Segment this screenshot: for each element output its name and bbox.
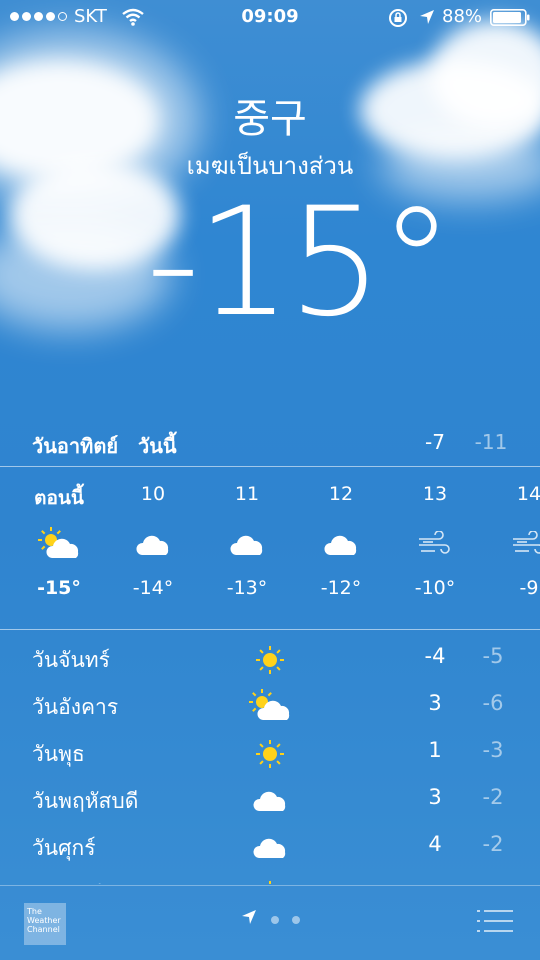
day-low: -6: [482, 691, 504, 715]
daily-row: วันพฤหัสบดี 3 -2: [0, 777, 540, 823]
hour-temperature: -12°: [320, 577, 362, 599]
day-low: -2: [482, 785, 504, 809]
day-name: วันอังคาร: [32, 695, 119, 719]
cloud-icon: [113, 519, 193, 571]
hour-label: ตอนนี้: [34, 487, 84, 509]
today-day-name: วันอาทิตย์: [32, 434, 119, 458]
status-bar: SKT 09:09 88%: [0, 0, 540, 36]
cloud-icon: [207, 519, 287, 571]
wind-icon: [489, 519, 540, 571]
weather-channel-logo[interactable]: The Weather Channel: [24, 903, 66, 945]
cloud-icon: [301, 519, 381, 571]
daily-row: วันเสาร์: [0, 871, 540, 884]
hourly-item: 14 -9: [489, 467, 540, 599]
daily-row: วันอังคาร 3 -6: [0, 683, 540, 729]
hour-temperature: -15°: [37, 577, 81, 599]
sun-icon: [246, 736, 294, 772]
page-dot[interactable]: [271, 916, 279, 924]
day-low: -2: [482, 832, 504, 856]
day-high: 1: [428, 738, 442, 762]
hourly-item: ตอนนี้ -15°: [19, 467, 99, 599]
today-high: -7: [425, 430, 445, 454]
today-summary-row: วันอาทิตย์ วันนี้ -7 -11: [0, 426, 540, 462]
divider: [0, 629, 540, 630]
current-temperature: -15°: [146, 176, 454, 350]
location-services-icon: [420, 10, 434, 24]
current-temperature-wrap: -15°: [146, 176, 454, 350]
partly-cloudy-icon: [19, 519, 99, 571]
battery-percent: 88%: [442, 6, 483, 27]
day-name: วันจันทร์: [32, 648, 110, 672]
hour-label: 14: [516, 483, 540, 505]
day-high: 4: [428, 832, 442, 856]
hour-temperature: -10°: [414, 577, 456, 599]
cloud-icon: [246, 830, 294, 866]
day-name: วันเสาร์: [32, 879, 101, 884]
wind-icon: [395, 519, 475, 571]
daily-row: วันพุธ 1 -3: [0, 730, 540, 776]
page-dot[interactable]: [292, 916, 300, 924]
daily-forecast[interactable]: วันจันทร์ -4 -5 วันอังคาร 3 -6 วันพุธ 1 …: [0, 636, 540, 884]
hour-temperature: -14°: [132, 577, 174, 599]
day-high: 3: [428, 691, 442, 715]
sun-icon: [246, 877, 294, 884]
cloud-icon: [246, 783, 294, 819]
hour-label: 10: [140, 483, 166, 505]
day-name: วันพุธ: [32, 742, 85, 766]
hourly-item: 11 -13°: [207, 467, 287, 599]
hourly-forecast[interactable]: ตอนนี้ -15° 10 -14° 11 -13° 12 -12° 13 -…: [0, 467, 540, 629]
city-list-icon[interactable]: [476, 908, 514, 934]
battery-icon: [490, 9, 530, 26]
day-name: วันศุกร์: [32, 836, 96, 860]
hourly-item: 12 -12°: [301, 467, 381, 599]
daily-row: วันศุกร์ 4 -2: [0, 824, 540, 870]
hourly-item: 10 -14°: [113, 467, 193, 599]
current-location-icon[interactable]: [240, 908, 258, 926]
day-high: -4: [424, 644, 446, 668]
partly-cloudy-icon: [246, 689, 294, 725]
hour-label: 12: [328, 483, 354, 505]
rotation-lock-icon: [389, 9, 407, 27]
day-low: -3: [482, 738, 504, 762]
day-low: -5: [482, 644, 504, 668]
hourly-item: 13 -10°: [395, 467, 475, 599]
day-high: 3: [428, 785, 442, 809]
day-name: วันพฤหัสบดี: [32, 789, 139, 813]
hour-label: 11: [234, 483, 260, 505]
city-name: 중구: [233, 96, 307, 142]
hour-label: 13: [422, 483, 448, 505]
sun-icon: [246, 642, 294, 678]
hour-temperature: -13°: [226, 577, 268, 599]
bottom-toolbar: The Weather Channel: [0, 886, 540, 960]
hour-temperature: -9: [519, 577, 539, 599]
daily-row: วันจันทร์ -4 -5: [0, 636, 540, 682]
today-low: -11: [474, 430, 508, 454]
today-label: วันนี้: [138, 434, 177, 458]
